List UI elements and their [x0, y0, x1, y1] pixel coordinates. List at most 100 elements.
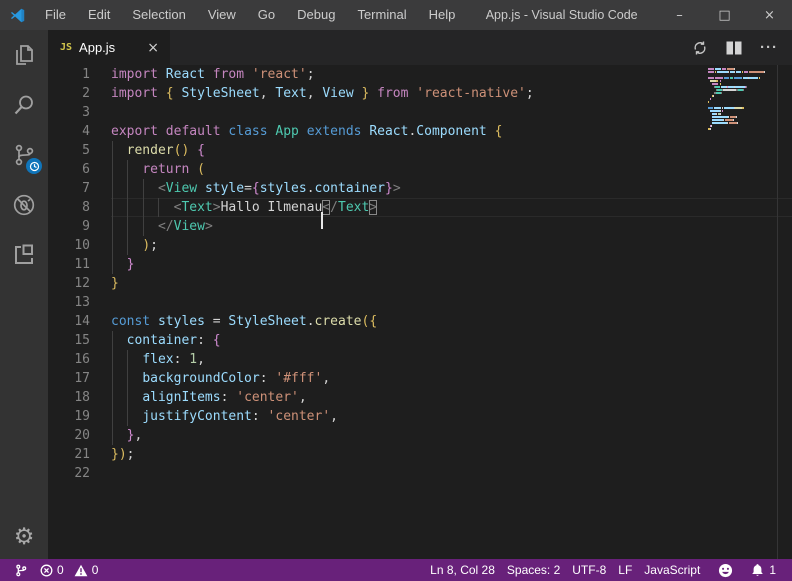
more-actions-icon[interactable]: ··· — [760, 39, 778, 56]
code-line-7[interactable]: 7 <View style={styles.container}> — [48, 179, 792, 198]
open-changes-icon[interactable] — [692, 40, 708, 56]
indent-guide — [127, 388, 128, 407]
code-line-20[interactable]: 20 }, — [48, 426, 792, 445]
language-mode[interactable]: JavaScript — [638, 559, 706, 581]
indent-guide — [127, 236, 128, 255]
scrollbar-track — [777, 65, 778, 559]
eol-sequence[interactable]: LF — [612, 559, 638, 581]
code-line-2[interactable]: 2import { StyleSheet, Text, View } from … — [48, 84, 792, 103]
menu-item-debug[interactable]: Debug — [286, 0, 346, 30]
indent-guide — [112, 217, 113, 236]
menu-item-edit[interactable]: Edit — [77, 0, 121, 30]
indent-guide — [143, 179, 144, 198]
indent-guide — [127, 179, 128, 198]
line-number: 13 — [48, 293, 90, 312]
code-line-19[interactable]: 19 justifyContent: 'center', — [48, 407, 792, 426]
encoding[interactable]: UTF-8 — [566, 559, 612, 581]
code-line-9[interactable]: 9 </View> — [48, 217, 792, 236]
line-number: 1 — [48, 65, 90, 84]
window-title: App.js - Visual Studio Code — [466, 8, 657, 22]
js-file-icon: JS — [60, 42, 72, 53]
menu-item-go[interactable]: Go — [247, 0, 286, 30]
line-number: 9 — [48, 217, 90, 236]
code-line-6[interactable]: 6 return ( — [48, 160, 792, 179]
maximize-button[interactable]: □ — [702, 0, 747, 30]
title-bar: FileEditSelectionViewGoDebugTerminalHelp… — [0, 0, 792, 30]
minimap[interactable] — [708, 68, 770, 134]
menu-item-file[interactable]: File — [34, 0, 77, 30]
menu-item-help[interactable]: Help — [418, 0, 467, 30]
indentation[interactable]: Spaces: 2 — [501, 559, 566, 581]
code-line-22[interactable]: 22 — [48, 464, 792, 483]
indent-guide — [143, 198, 144, 217]
extensions-icon[interactable] — [0, 230, 48, 280]
indent-guide — [112, 198, 113, 217]
tab-close-icon[interactable]: × — [144, 40, 162, 56]
line-number: 5 — [48, 141, 90, 160]
line-number: 7 — [48, 179, 90, 198]
feedback-smiley-icon[interactable] — [706, 559, 745, 581]
debug-icon[interactable] — [0, 180, 48, 230]
split-editor-icon[interactable] — [726, 41, 742, 55]
code-line-5[interactable]: 5 render() { — [48, 141, 792, 160]
indent-guide — [127, 217, 128, 236]
indent-guide — [127, 160, 128, 179]
close-button[interactable]: × — [747, 0, 792, 30]
code-line-4[interactable]: 4export default class App extends React.… — [48, 122, 792, 141]
line-number: 21 — [48, 445, 90, 464]
notifications-bell[interactable]: 1 — [745, 559, 782, 581]
code-line-14[interactable]: 14const styles = StyleSheet.create({ — [48, 312, 792, 331]
code-line-18[interactable]: 18 alignItems: 'center', — [48, 388, 792, 407]
line-number: 18 — [48, 388, 90, 407]
line-number: 3 — [48, 103, 90, 122]
git-branch-icon[interactable] — [8, 559, 34, 581]
search-icon[interactable] — [0, 80, 48, 130]
indent-guide — [112, 388, 113, 407]
indent-guide — [127, 350, 128, 369]
indent-guide — [127, 369, 128, 388]
cursor-position[interactable]: Ln 8, Col 28 — [424, 559, 501, 581]
indent-guide — [112, 350, 113, 369]
code-editor[interactable]: 1import React from 'react';2import { Sty… — [48, 65, 792, 559]
menu-item-view[interactable]: View — [197, 0, 247, 30]
code-line-13[interactable]: 13 — [48, 293, 792, 312]
bell-icon — [751, 563, 764, 577]
warnings-icon — [74, 564, 88, 577]
code-line-12[interactable]: 12} — [48, 274, 792, 293]
line-number: 4 — [48, 122, 90, 141]
explorer-icon[interactable] — [0, 30, 48, 80]
code-line-16[interactable]: 16 flex: 1, — [48, 350, 792, 369]
indent-guide — [143, 217, 144, 236]
code-line-8[interactable]: 8 <Text>Hallo Ilmenau</Text> — [48, 198, 792, 217]
code-line-1[interactable]: 1import React from 'react'; — [48, 65, 792, 84]
line-number: 22 — [48, 464, 90, 483]
code-line-3[interactable]: 3 — [48, 103, 792, 122]
line-number: 15 — [48, 331, 90, 350]
indent-guide — [112, 407, 113, 426]
menu-item-selection[interactable]: Selection — [121, 0, 196, 30]
settings-gear-icon[interactable]: ⚙ — [0, 515, 48, 559]
menu-bar: FileEditSelectionViewGoDebugTerminalHelp — [34, 0, 466, 30]
line-number: 11 — [48, 255, 90, 274]
line-number: 8 — [48, 198, 90, 217]
indent-guide — [112, 236, 113, 255]
line-number: 12 — [48, 274, 90, 293]
activity-bar: ⚙ — [0, 30, 48, 559]
indent-guide — [112, 179, 113, 198]
indent-guide — [127, 198, 128, 217]
line-number: 17 — [48, 369, 90, 388]
code-line-10[interactable]: 10 ); — [48, 236, 792, 255]
code-line-17[interactable]: 17 backgroundColor: '#fff', — [48, 369, 792, 388]
code-line-21[interactable]: 21}); — [48, 445, 792, 464]
tab-appjs[interactable]: JS App.js × — [48, 30, 170, 65]
tab-bar: JS App.js × — [48, 30, 792, 65]
indent-guide — [112, 141, 113, 160]
problems-indicator[interactable]: 0 0 — [34, 559, 104, 581]
menu-item-terminal[interactable]: Terminal — [346, 0, 417, 30]
minimize-button[interactable]: – — [657, 0, 702, 30]
source-control-icon[interactable] — [0, 130, 48, 180]
line-number: 14 — [48, 312, 90, 331]
code-line-11[interactable]: 11 } — [48, 255, 792, 274]
code-line-15[interactable]: 15 container: { — [48, 331, 792, 350]
errors-count: 0 — [57, 563, 64, 577]
